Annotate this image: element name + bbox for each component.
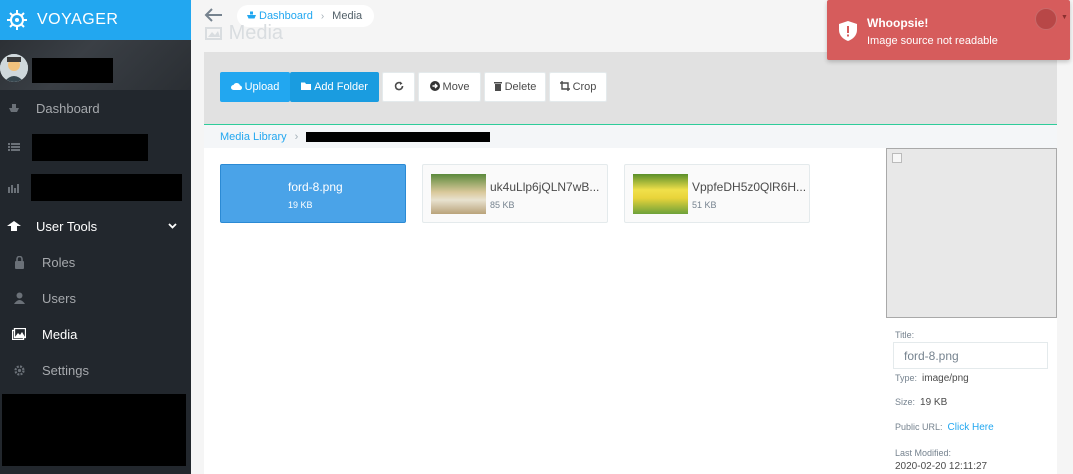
- breadcrumb-separator: ›: [320, 10, 325, 22]
- file-item[interactable]: ford-8.png 19 KB: [220, 164, 406, 223]
- file-size: 85 KB: [490, 200, 515, 210]
- sidebar-item-label: Media: [42, 326, 78, 342]
- media-breadcrumb: Media Library ›: [204, 124, 1057, 148]
- file-item[interactable]: VppfeDH5z0QlR6H... 51 KB: [624, 164, 810, 223]
- lock-icon: [12, 255, 26, 269]
- sidebar: VOYAGER Dashboard User Tools Roles Users…: [0, 0, 191, 474]
- file-info: Title: ford-8.png Type: image/png Size: 19…: [887, 318, 1057, 474]
- sidebar-item-label: Users: [42, 290, 76, 306]
- media-library-link[interactable]: Media Library: [220, 131, 287, 143]
- gear-icon: [12, 363, 26, 377]
- sidebar-item-label: Settings: [42, 362, 89, 378]
- broken-image-icon: [892, 153, 902, 163]
- add-folder-button[interactable]: Add Folder: [290, 72, 379, 102]
- modified-value: 2020-02-20 12:11:27: [895, 461, 988, 472]
- size-value: 19 KB: [920, 397, 948, 408]
- sidebar-item-user-tools[interactable]: User Tools: [0, 208, 191, 244]
- refresh-button[interactable]: [382, 72, 415, 102]
- media-toolbar: Upload Add Folder Move Delete Crop: [204, 52, 1057, 124]
- file-item[interactable]: uk4uLlp6jQLN7wB... 85 KB: [422, 164, 608, 223]
- helm-icon: [6, 9, 28, 31]
- trash-icon: [493, 81, 502, 94]
- caret-down-icon[interactable]: ▼: [1061, 14, 1068, 21]
- sidebar-item-redacted-1[interactable]: [0, 126, 191, 168]
- shield-alert-icon: [839, 21, 857, 41]
- sidebar-item-redacted-2[interactable]: [0, 168, 191, 208]
- sidebar-item-dashboard[interactable]: Dashboard: [0, 90, 191, 126]
- tools-icon: [7, 219, 21, 233]
- file-name: ford-8.png: [288, 180, 343, 194]
- type-row: Type: image/png: [895, 373, 969, 384]
- sidebar-item-label: Roles: [42, 254, 76, 270]
- sidebar-item-label: User Tools: [36, 218, 98, 234]
- sidebar-item-settings[interactable]: Settings: [0, 352, 191, 388]
- move-arrow-icon: [429, 80, 440, 94]
- avatar[interactable]: [0, 54, 28, 82]
- error-toast[interactable]: Whoopsie! Image source not readable ▼: [827, 0, 1070, 60]
- user-panel: [0, 40, 191, 90]
- breadcrumb-separator: ›: [294, 130, 299, 143]
- toast-message: Image source not readable: [867, 35, 998, 47]
- title-field[interactable]: ford-8.png: [893, 342, 1048, 369]
- sidebar-menu: Dashboard User Tools Roles Users Media S…: [0, 90, 191, 388]
- refresh-icon: [394, 81, 404, 94]
- delete-button[interactable]: Delete: [484, 72, 546, 102]
- folder-icon: [301, 82, 312, 93]
- modified-label: Last Modified:: [895, 448, 952, 458]
- sidebar-item-roles[interactable]: Roles: [0, 244, 191, 280]
- brand[interactable]: VOYAGER: [0, 0, 191, 40]
- upload-button[interactable]: Upload: [220, 72, 290, 102]
- cloud-upload-icon: [230, 82, 242, 93]
- bar-chart-icon: [7, 181, 21, 195]
- file-size: 19 KB: [288, 200, 313, 210]
- file-size: 51 KB: [692, 200, 717, 210]
- file-thumbnail: [431, 174, 486, 214]
- redacted-label: [32, 134, 148, 161]
- file-name: uk4uLlp6jQLN7wB...: [490, 180, 600, 194]
- sidebar-item-users[interactable]: Users: [0, 280, 191, 316]
- images-icon: [12, 327, 26, 341]
- file-thumbnail: [633, 174, 688, 214]
- redacted-username: [32, 58, 113, 83]
- redacted-label: [31, 174, 182, 201]
- sidebar-item-label: Dashboard: [36, 100, 100, 116]
- image-preview: [886, 148, 1057, 318]
- redacted-path: [306, 132, 491, 142]
- page-title: Media: [205, 22, 283, 45]
- redacted-block: [2, 394, 186, 466]
- chevron-down-icon[interactable]: [168, 220, 177, 232]
- crop-icon: [559, 80, 570, 94]
- brand-name: VOYAGER: [37, 11, 119, 28]
- list-icon: [7, 140, 21, 154]
- type-value: image/png: [922, 373, 969, 384]
- breadcrumb-current: Media: [332, 10, 363, 22]
- crop-button[interactable]: Crop: [549, 72, 607, 102]
- user-avatar[interactable]: [1035, 8, 1057, 30]
- boat-icon: [7, 101, 21, 115]
- url-row: Public URL: Click Here: [895, 422, 994, 433]
- toast-title: Whoopsie!: [867, 16, 929, 30]
- move-button[interactable]: Move: [418, 72, 481, 102]
- file-name: VppfeDH5z0QlR6H...: [692, 180, 807, 194]
- title-label: Title:: [895, 330, 915, 340]
- person-icon: [12, 291, 26, 305]
- breadcrumb-home[interactable]: Dashboard: [247, 10, 313, 22]
- public-url-link[interactable]: Click Here: [948, 422, 994, 433]
- sidebar-item-media[interactable]: Media: [0, 316, 191, 352]
- size-row: Size: 19 KB: [895, 397, 948, 408]
